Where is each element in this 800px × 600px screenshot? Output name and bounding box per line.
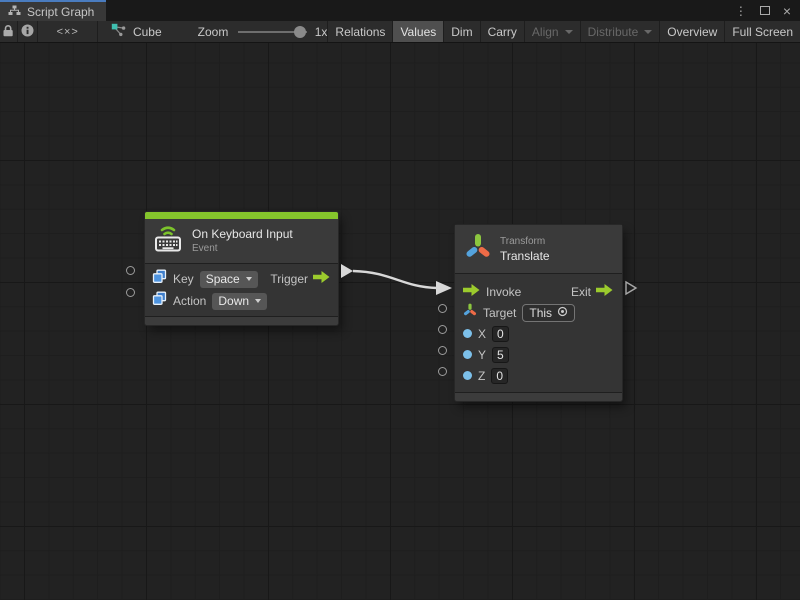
invoke-label: Invoke xyxy=(486,285,521,299)
toolbar-button-group: Relations Values Dim Carry Align Distrib… xyxy=(327,21,800,42)
toolbar-button-fullscreen[interactable]: Full Screen xyxy=(724,21,800,42)
maximize-icon[interactable] xyxy=(760,6,770,15)
action-dropdown[interactable]: Down xyxy=(212,293,267,310)
action-label: Action xyxy=(173,294,206,308)
node-title: Translate xyxy=(500,249,550,263)
trigger-label: Trigger xyxy=(270,272,308,286)
graph-pointer-icon xyxy=(111,23,127,40)
node-header: On Keyboard Input Event xyxy=(145,219,338,264)
trigger-flow-port[interactable] xyxy=(313,270,330,288)
connection-trigger-to-invoke xyxy=(0,43,800,600)
graph-canvas[interactable]: On Keyboard Input Event Key Space xyxy=(0,43,800,600)
toolbar-button-carry[interactable]: Carry xyxy=(480,21,524,42)
x-row: X 0 xyxy=(463,323,613,344)
key-row: Key Space Trigger xyxy=(152,268,330,290)
code-preview-button[interactable]: <×> xyxy=(38,21,98,42)
info-button[interactable] xyxy=(18,21,39,42)
toolbar-button-dim[interactable]: Dim xyxy=(443,21,479,42)
tab-bar: Script Graph ⋮ × xyxy=(0,0,800,21)
z-row: Z 0 xyxy=(463,365,613,386)
action-input-port[interactable] xyxy=(126,288,135,297)
node-footer xyxy=(455,392,622,401)
float-port-dot[interactable] xyxy=(463,371,472,380)
key-dropdown[interactable]: Space xyxy=(200,271,258,288)
lock-icon xyxy=(2,24,14,40)
key-label: Key xyxy=(173,272,194,286)
info-icon xyxy=(21,24,34,40)
target-row: Target This xyxy=(463,302,613,323)
graph-hierarchy-icon xyxy=(8,5,21,19)
y-value-field[interactable]: 5 xyxy=(492,347,509,363)
y-label: Y xyxy=(478,348,486,362)
toolbar-button-values[interactable]: Values xyxy=(392,21,443,42)
code-icon: <×> xyxy=(57,26,79,38)
x-label: X xyxy=(478,327,486,341)
chevron-down-icon xyxy=(246,277,252,281)
z-label: Z xyxy=(478,369,485,383)
enum-icon xyxy=(152,291,167,311)
script-graph-window: Script Graph ⋮ × xyxy=(0,0,800,600)
window-controls: ⋮ × xyxy=(735,0,800,21)
zoom-value: 1x xyxy=(315,25,328,39)
invoke-row: Invoke Exit xyxy=(463,281,613,302)
target-label: Target xyxy=(483,306,516,320)
exit-flow-port[interactable] xyxy=(596,283,613,301)
node-transform-translate[interactable]: Transform Translate Invoke Exit xyxy=(455,225,622,401)
tab-title: Script Graph xyxy=(27,5,94,19)
toolbar-button-align[interactable]: Align xyxy=(524,21,580,42)
z-value-field[interactable]: 0 xyxy=(491,368,508,384)
x-value-field[interactable]: 0 xyxy=(492,326,509,342)
window-menu-icon[interactable]: ⋮ xyxy=(735,5,747,17)
x-input-port[interactable] xyxy=(438,325,447,334)
close-icon[interactable]: × xyxy=(783,4,791,18)
toolbar-button-distribute[interactable]: Distribute xyxy=(580,21,660,42)
chevron-down-icon xyxy=(644,30,652,34)
zoom-label: Zoom xyxy=(198,25,229,39)
object-picker-icon[interactable] xyxy=(557,306,568,320)
target-input-port[interactable] xyxy=(438,304,447,313)
chevron-down-icon xyxy=(565,30,573,34)
node-header: Transform Translate xyxy=(455,225,622,274)
target-name: Cube xyxy=(133,25,162,39)
event-accent-bar xyxy=(145,212,338,219)
node-on-keyboard-input[interactable]: On Keyboard Input Event Key Space xyxy=(145,212,338,325)
key-input-port[interactable] xyxy=(126,266,135,275)
toolbar-button-overview[interactable]: Overview xyxy=(659,21,724,42)
keyboard-icon xyxy=(153,224,183,257)
transform-mini-icon xyxy=(463,303,477,322)
exit-label: Exit xyxy=(571,285,591,299)
exit-continuation-icon xyxy=(626,282,636,294)
action-row: Action Down xyxy=(152,290,330,312)
y-row: Y 5 xyxy=(463,344,613,365)
y-input-port[interactable] xyxy=(438,346,447,355)
invoke-flow-port[interactable] xyxy=(463,283,480,301)
zoom-slider[interactable] xyxy=(238,21,306,43)
toolbar-button-relations[interactable]: Relations xyxy=(327,21,392,42)
node-subtitle: Event xyxy=(192,243,293,254)
graph-target[interactable]: Cube xyxy=(98,21,172,42)
node-body: Key Space Trigger xyxy=(145,264,338,316)
lock-button[interactable] xyxy=(0,21,18,42)
zoom-slider-handle[interactable] xyxy=(294,26,306,38)
tab-script-graph[interactable]: Script Graph xyxy=(0,0,106,21)
node-body: Invoke Exit xyxy=(455,274,622,392)
target-object-field[interactable]: This xyxy=(522,304,575,322)
node-category: Transform xyxy=(500,236,550,247)
enum-icon xyxy=(152,269,167,289)
transform-icon xyxy=(465,233,491,265)
float-port-dot[interactable] xyxy=(463,329,472,338)
node-title: On Keyboard Input xyxy=(192,227,293,241)
z-input-port[interactable] xyxy=(438,367,447,376)
node-footer xyxy=(145,316,338,325)
chevron-down-icon xyxy=(255,299,261,303)
graph-toolbar: <×> Cube Zoom 1x Relations V xyxy=(0,21,800,43)
float-port-dot[interactable] xyxy=(463,350,472,359)
